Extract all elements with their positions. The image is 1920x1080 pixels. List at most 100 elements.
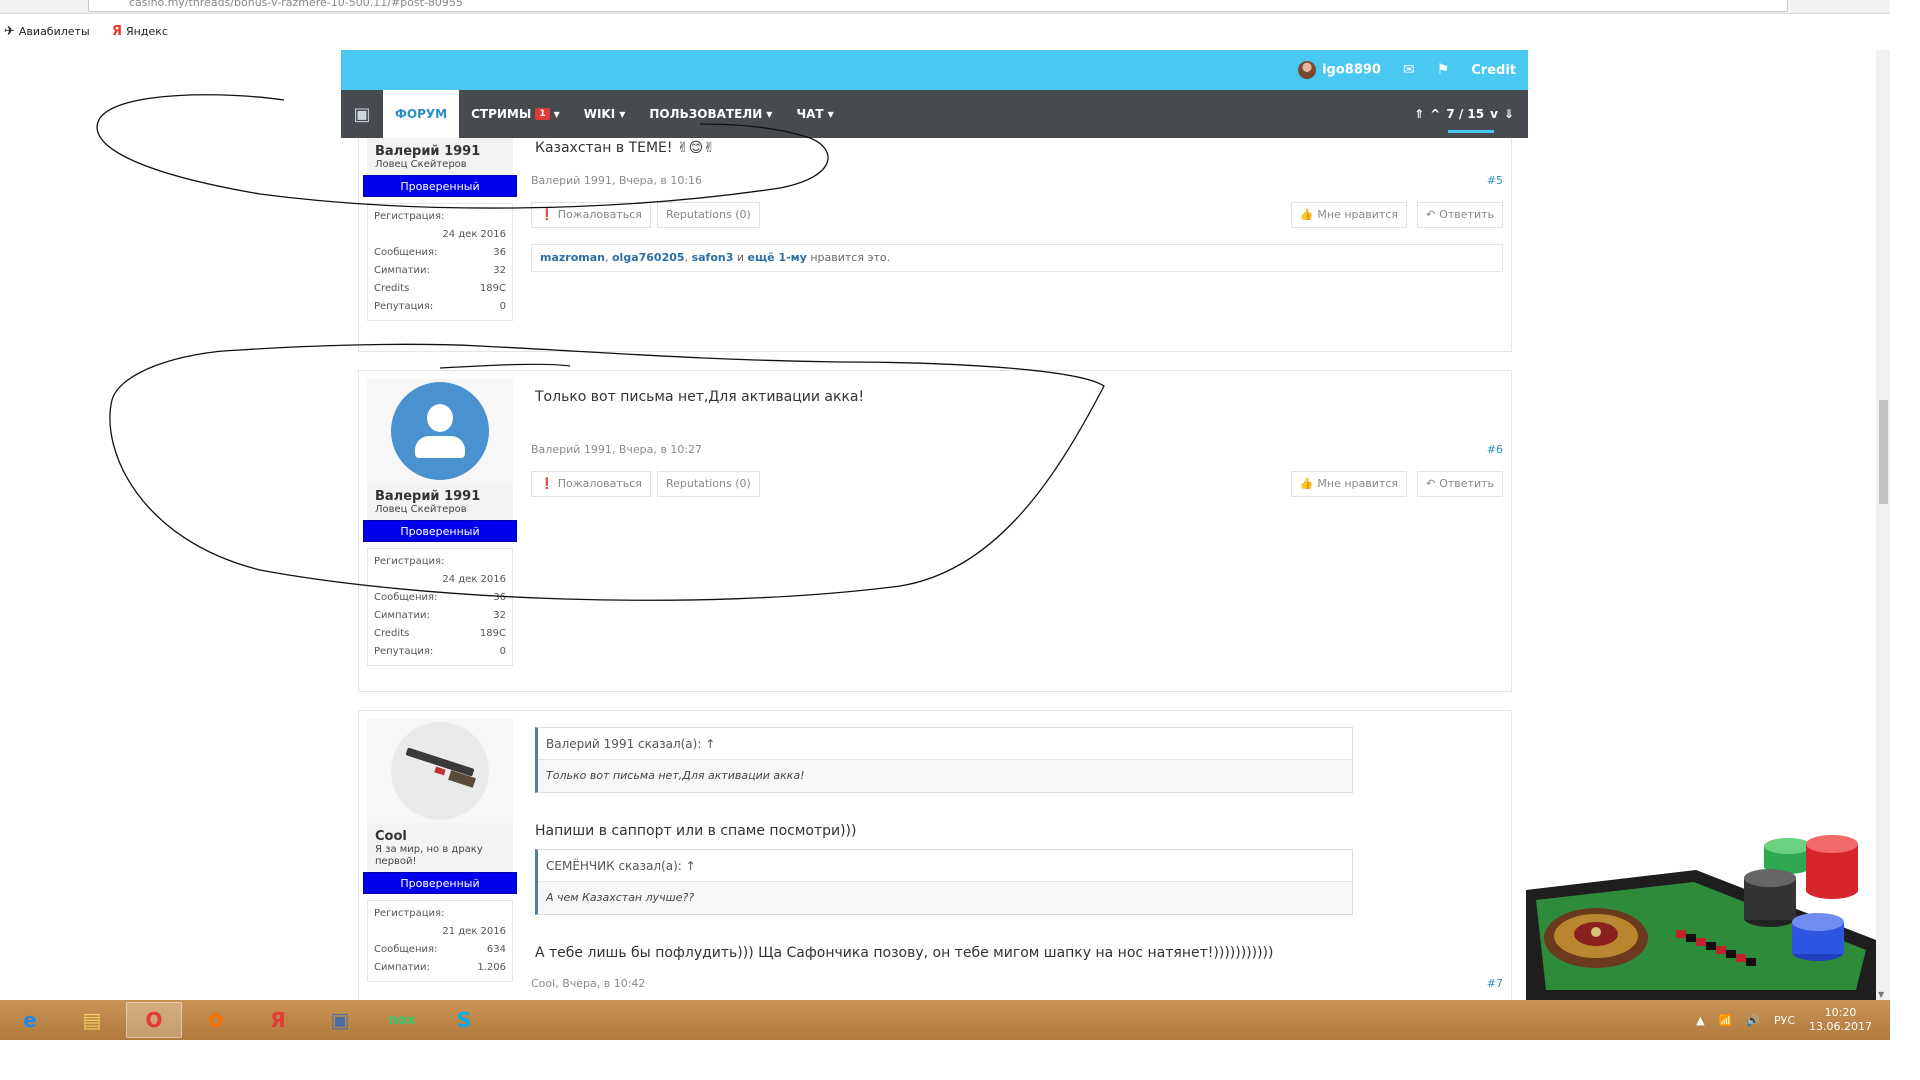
stat-label: Симпатии: bbox=[374, 610, 430, 621]
nav-tab-streams[interactable]: СТРИМЫ 1 ▼ bbox=[459, 90, 572, 138]
quote-author[interactable]: Валерий 1991 сказал(а): ↑ bbox=[538, 728, 1352, 760]
yandex-browser-icon[interactable]: Я bbox=[250, 1002, 306, 1038]
button-label: Пожаловаться bbox=[557, 208, 642, 221]
report-button[interactable]: ❗ Пожаловаться bbox=[531, 471, 651, 497]
post-date[interactable]: Валерий 1991, Вчера, в 10:16 bbox=[531, 174, 702, 187]
like-button[interactable]: 👍 Мне нравится bbox=[1290, 202, 1407, 228]
file-explorer-icon[interactable]: ▤ bbox=[64, 1002, 120, 1038]
nox-player-icon[interactable]: nox bbox=[374, 1002, 430, 1038]
envelope-icon[interactable]: ✉ bbox=[1403, 62, 1415, 78]
reputations-button[interactable]: Reputations (0) bbox=[657, 471, 760, 497]
bookmark-aviabilety[interactable]: ✈ Авиабилеты bbox=[4, 24, 90, 39]
media-player-icon[interactable]: ✿ bbox=[188, 1002, 244, 1038]
nav-tab-users[interactable]: ПОЛЬЗОВАТЕЛИ ▼ bbox=[637, 90, 784, 138]
nav-label: ФОРУМ bbox=[395, 107, 448, 121]
verified-badge: Проверенный bbox=[363, 175, 517, 197]
user-account-link[interactable]: igo8890 bbox=[1298, 61, 1381, 79]
notification-badge: 1 bbox=[535, 108, 550, 120]
liker-link[interactable]: safon3 bbox=[692, 251, 734, 264]
clock[interactable]: 10:20 13.06.2017 bbox=[1809, 1006, 1872, 1034]
post-number[interactable]: #6 bbox=[1487, 443, 1503, 456]
reply-button[interactable]: ↶ Ответить bbox=[1417, 202, 1503, 228]
avatar[interactable] bbox=[367, 379, 513, 483]
pager-progress bbox=[1448, 130, 1494, 133]
more-likers-link[interactable]: ещё 1-му bbox=[748, 251, 807, 264]
quote-text: А чем Казахстан лучше?? bbox=[538, 882, 1352, 914]
language-indicator[interactable]: РУС bbox=[1774, 1014, 1795, 1027]
address-bar[interactable]: casino.my/threads/bonus-v-razmere-10-500… bbox=[88, 0, 1788, 12]
reply-button[interactable]: ↶ Ответить bbox=[1417, 471, 1503, 497]
stat-label: Симпатии: bbox=[374, 962, 430, 973]
post-number[interactable]: #7 bbox=[1487, 977, 1503, 990]
post-date[interactable]: Валерий 1991, Вчера, в 10:27 bbox=[531, 443, 702, 456]
liker-link[interactable]: mazroman bbox=[540, 251, 605, 264]
button-label: Reputations (0) bbox=[666, 208, 751, 221]
credit-link[interactable]: Credit bbox=[1471, 63, 1516, 78]
separator: , bbox=[605, 251, 612, 264]
nav-tab-forum[interactable]: ФОРУМ bbox=[383, 90, 460, 138]
chevron-down-icon: ▼ bbox=[619, 109, 626, 119]
chevron-down-icon: ▼ bbox=[553, 109, 560, 119]
volume-icon[interactable]: 🔊 bbox=[1746, 1014, 1760, 1027]
post-number[interactable]: #5 bbox=[1487, 174, 1503, 187]
nav-tab-chat[interactable]: ЧАТ ▼ bbox=[784, 90, 845, 138]
stat-label: Симпатии: bbox=[374, 265, 430, 276]
post-meta: Cool, Вчера, в 10:42 #7 bbox=[531, 977, 1503, 990]
thumbs-up-icon: 👍 bbox=[1299, 477, 1314, 490]
bookmark-yandex[interactable]: Я Яндекс bbox=[112, 24, 168, 39]
like-button[interactable]: 👍 Мне нравится bbox=[1290, 471, 1407, 497]
avatar[interactable] bbox=[367, 719, 513, 823]
scrollbar-thumb[interactable] bbox=[1879, 400, 1888, 504]
system-tray: ▲ 📶 🔊 РУС 10:20 13.06.2017 bbox=[1696, 1000, 1872, 1040]
user-stats: Регистрация: 24 дек 2016 Сообщения: 36 Си… bbox=[367, 548, 513, 666]
bookmarks-bar: ✈ Авиабилеты Я Яндекс bbox=[0, 14, 1890, 50]
chevron-up-icon[interactable]: ^ bbox=[1430, 107, 1440, 121]
scroll-down-icon[interactable]: ▼ bbox=[1878, 990, 1884, 999]
chevron-up-icon[interactable]: ▲ bbox=[1696, 1014, 1704, 1027]
nav-tab-wiki[interactable]: WIKI ▼ bbox=[572, 90, 638, 138]
stat-label: Регистрация: bbox=[374, 211, 445, 222]
post-author[interactable]: Валерий 1991 bbox=[375, 144, 505, 159]
post-message: Напиши в саппорт или в спаме посмотри))) bbox=[535, 823, 857, 839]
alert-icon: ❗ bbox=[540, 208, 554, 221]
flag-icon[interactable]: ⚑ bbox=[1437, 62, 1450, 78]
reply-icon: ↶ bbox=[1426, 208, 1436, 221]
post-date[interactable]: Cool, Вчера, в 10:42 bbox=[531, 977, 645, 990]
report-button[interactable]: ❗ Пожаловаться bbox=[531, 202, 651, 228]
default-user-icon bbox=[391, 382, 489, 480]
stat-label: Сообщения: bbox=[374, 944, 438, 955]
post-meta: Валерий 1991, Вчера, в 10:16 #5 bbox=[531, 174, 1503, 187]
post-message: А тебе лишь бы пофлудить))) Ща Сафончика… bbox=[535, 945, 1274, 961]
stat-label: Credits bbox=[374, 283, 410, 294]
network-app-icon[interactable]: ▣ bbox=[312, 1002, 368, 1038]
chevron-down-icon[interactable]: v bbox=[1490, 107, 1498, 121]
user-avatar bbox=[1298, 61, 1317, 79]
liker-link[interactable]: olga760205 bbox=[612, 251, 685, 264]
opera-icon[interactable]: O bbox=[126, 1002, 182, 1038]
bookmark-label: Авиабилеты bbox=[18, 25, 90, 38]
network-icon[interactable]: 📶 bbox=[1719, 1014, 1733, 1027]
quote-author[interactable]: СЕМЁНЧИК сказал(а): ↑ bbox=[538, 850, 1352, 882]
post-author[interactable]: Cool bbox=[375, 829, 505, 844]
skype-icon[interactable]: S bbox=[436, 1002, 492, 1038]
stat-value: 32 bbox=[493, 265, 506, 276]
stat-value: 0 bbox=[499, 301, 506, 312]
stat-value: 24 дек 2016 bbox=[442, 229, 506, 240]
app-glyph: S bbox=[456, 1008, 472, 1032]
post-6: Валерий 1991 Ловец Скейтеров Проверенный… bbox=[358, 370, 1512, 692]
page-scrollbar[interactable] bbox=[1876, 50, 1890, 1000]
site-logo-icon[interactable]: ▣ bbox=[341, 90, 383, 138]
post-author[interactable]: Валерий 1991 bbox=[375, 489, 505, 504]
user-stats: Регистрация: 24 дек 2016 Сообщения: 36 Си… bbox=[367, 203, 513, 321]
main-nav: ▣ ФОРУМ СТРИМЫ 1 ▼ WIKI ▼ ПОЛЬЗОВАТЕЛИ ▼ ЧАТ… bbox=[341, 90, 1528, 138]
stat-value: 36 bbox=[493, 592, 506, 603]
likes-summary: mazroman, olga760205, safon3 и ещё 1-му … bbox=[531, 244, 1503, 272]
casino-advertisement[interactable] bbox=[1526, 830, 1876, 1000]
app-glyph: Я bbox=[270, 1008, 286, 1032]
double-chevron-down-icon[interactable]: ⇓ bbox=[1504, 107, 1514, 121]
double-chevron-up-icon[interactable]: ⇑ bbox=[1414, 107, 1424, 121]
reputations-button[interactable]: Reputations (0) bbox=[657, 202, 760, 228]
internet-explorer-icon[interactable]: e bbox=[2, 1002, 58, 1038]
page-indicator[interactable]: 7 / 15 bbox=[1446, 107, 1484, 121]
quote-block: Валерий 1991 сказал(а): ↑ Только вот пис… bbox=[535, 727, 1353, 793]
